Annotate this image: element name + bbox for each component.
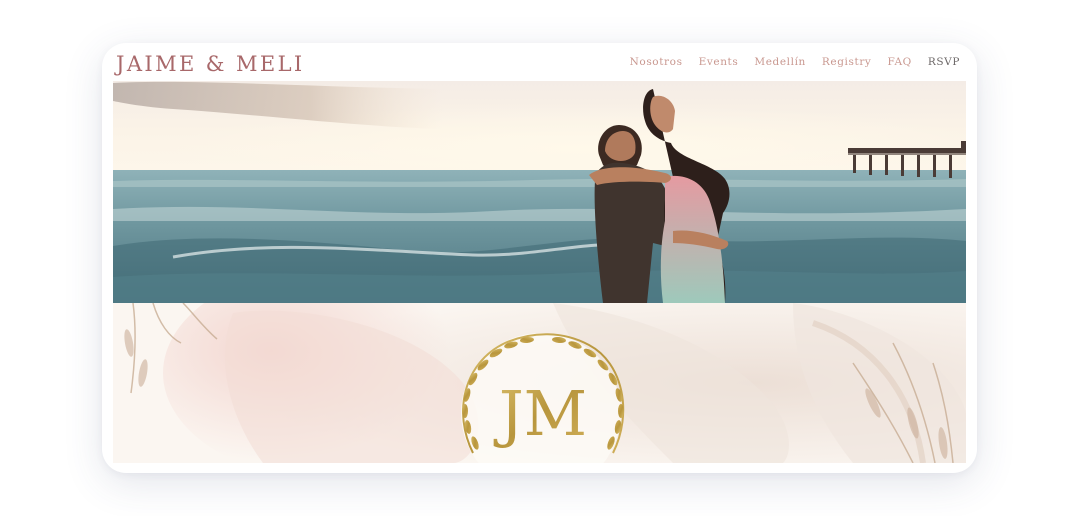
website-card: JAIME & MELI Nosotros Events Medellín Re… [102, 43, 977, 473]
decorative-section: JM [113, 303, 966, 463]
nav-link-registry[interactable]: Registry [822, 56, 872, 68]
main-nav: Nosotros Events Medellín Registry FAQ RS… [630, 56, 960, 68]
hero-illustration [113, 81, 966, 303]
floral-background: JM [113, 303, 966, 463]
monogram-letters: JM [493, 377, 587, 450]
nav-link-events[interactable]: Events [699, 56, 739, 68]
nav-link-faq[interactable]: FAQ [887, 56, 911, 68]
nav-link-rsvp[interactable]: RSVP [928, 56, 960, 68]
nav-link-medellin[interactable]: Medellín [754, 56, 806, 68]
nav-link-nosotros[interactable]: Nosotros [630, 56, 683, 68]
page: JAIME & MELI Nosotros Events Medellín Re… [0, 0, 1079, 516]
site-logo[interactable]: JAIME & MELI [116, 52, 305, 76]
hero-photo [113, 81, 966, 303]
